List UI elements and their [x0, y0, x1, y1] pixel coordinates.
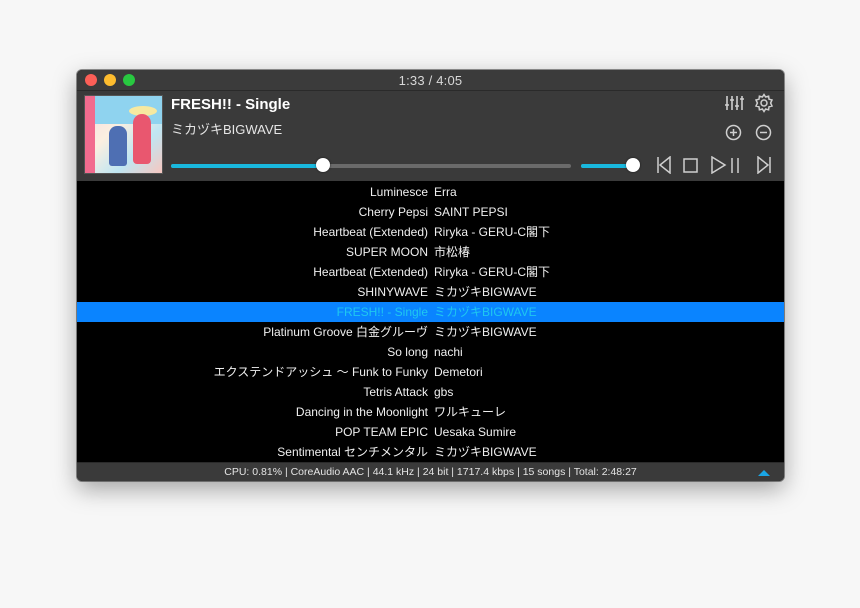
track-title: POP TEAM EPIC	[335, 425, 428, 439]
playlist-row[interactable]: Tetris Attack gbs	[77, 382, 784, 402]
previous-icon[interactable]	[656, 156, 672, 174]
window-title: 1:33 / 4:05	[398, 73, 463, 88]
track-artist: gbs	[434, 385, 454, 399]
now-playing-artist: ミカヅキBIGWAVE	[171, 122, 283, 137]
status-bar: CPU: 0.81% | CoreAudio AAC | 44.1 kHz | …	[77, 462, 784, 481]
equalizer-icon[interactable]	[724, 94, 744, 112]
track-title: Platinum Groove 白金グルーヴ	[263, 325, 428, 339]
player-window: 1:33 / 4:05 FRESH!! - Single ミカヅキBIGWAVE	[77, 70, 784, 481]
now-playing-title: FRESH!! - Single	[171, 96, 291, 113]
track-artist: ワルキューレ	[434, 405, 507, 419]
playlist-row[interactable]: Dancing in the Moonlight ワルキューレ	[77, 402, 784, 422]
track-title: SHINYWAVE	[357, 285, 428, 299]
next-icon[interactable]	[756, 156, 772, 174]
playlist-row[interactable]: SHINYWAVE ミカヅキBIGWAVE	[77, 282, 784, 302]
track-title: So long	[387, 345, 428, 359]
seek-slider[interactable]	[171, 158, 571, 172]
track-title: Heartbeat (Extended)	[313, 265, 428, 279]
playlist-row[interactable]: Cherry Pepsi SAINT PEPSI	[77, 202, 784, 222]
playlist-row[interactable]: POP TEAM EPIC Uesaka Sumire	[77, 422, 784, 442]
track-title: Heartbeat (Extended)	[313, 225, 428, 239]
volume-knob[interactable]	[625, 158, 640, 172]
track-title: Luminesce	[369, 185, 428, 199]
track-artist: ミカヅキBIGWAVE	[434, 445, 537, 459]
playlist-row[interactable]: Heartbeat (Extended) Riryka - GERU-C閣下	[77, 262, 784, 282]
track-title: Cherry Pepsi	[358, 205, 428, 219]
stop-icon[interactable]	[683, 158, 698, 173]
playlist-row[interactable]: Sentimental センチメンタル ミカヅキBIGWAVE	[77, 442, 784, 462]
track-artist: Erra	[434, 185, 457, 199]
album-art	[84, 95, 163, 174]
expand-up-icon[interactable]	[758, 470, 770, 476]
playlist-row[interactable]: Heartbeat (Extended) Riryka - GERU-C閣下	[77, 222, 784, 242]
playlist-row[interactable]: FRESH!! - Single ミカヅキBIGWAVE	[77, 302, 784, 322]
track-title: エクステンドアッシュ 〜 Funk to Funky	[213, 365, 428, 379]
title-bar[interactable]: 1:33 / 4:05	[77, 70, 784, 91]
track-title: SUPER MOON	[345, 245, 428, 259]
volume-fill	[581, 164, 633, 168]
track-artist: Riryka - GERU-C閣下	[434, 265, 550, 279]
track-title: FRESH!! - Single	[336, 305, 428, 319]
track-title: Dancing in the Moonlight	[295, 405, 428, 419]
playlist-row[interactable]: Platinum Groove 白金グルーヴ ミカヅキBIGWAVE	[77, 322, 784, 342]
now-playing-panel: FRESH!! - Single ミカヅキBIGWAVE	[77, 91, 784, 181]
seek-progress-fill	[171, 164, 323, 168]
playlist-row[interactable]: エクステンドアッシュ 〜 Funk to Funky Demetori	[77, 362, 784, 382]
seek-knob[interactable]	[316, 158, 330, 172]
volume-slider[interactable]	[581, 158, 640, 172]
play-pause-icon[interactable]	[710, 156, 742, 174]
playlist-row[interactable]: So long nachi	[77, 342, 784, 362]
gear-icon[interactable]	[754, 93, 774, 113]
playlist-row[interactable]: SUPER MOON 市松椿	[77, 242, 784, 262]
track-artist: ミカヅキBIGWAVE	[434, 285, 537, 299]
playlist-row[interactable]: Luminesce Erra	[77, 182, 784, 202]
track-title: Sentimental センチメンタル	[277, 445, 428, 459]
track-artist: Demetori	[434, 365, 483, 379]
track-artist: nachi	[434, 345, 463, 359]
remove-icon[interactable]	[755, 124, 772, 141]
add-icon[interactable]	[725, 124, 742, 141]
track-artist: SAINT PEPSI	[434, 205, 508, 219]
track-artist: ミカヅキBIGWAVE	[434, 325, 537, 339]
track-artist: 市松椿	[434, 245, 471, 259]
status-text: CPU: 0.81% | CoreAudio AAC | 44.1 kHz | …	[224, 466, 637, 478]
track-title: Tetris Attack	[363, 385, 428, 399]
track-artist: Riryka - GERU-C閣下	[434, 225, 550, 239]
track-artist: ミカヅキBIGWAVE	[434, 305, 537, 319]
playlist[interactable]: Luminesce Erra Cherry Pepsi SAINT PEPSI Hear…	[77, 182, 784, 461]
track-artist: Uesaka Sumire	[434, 425, 517, 439]
